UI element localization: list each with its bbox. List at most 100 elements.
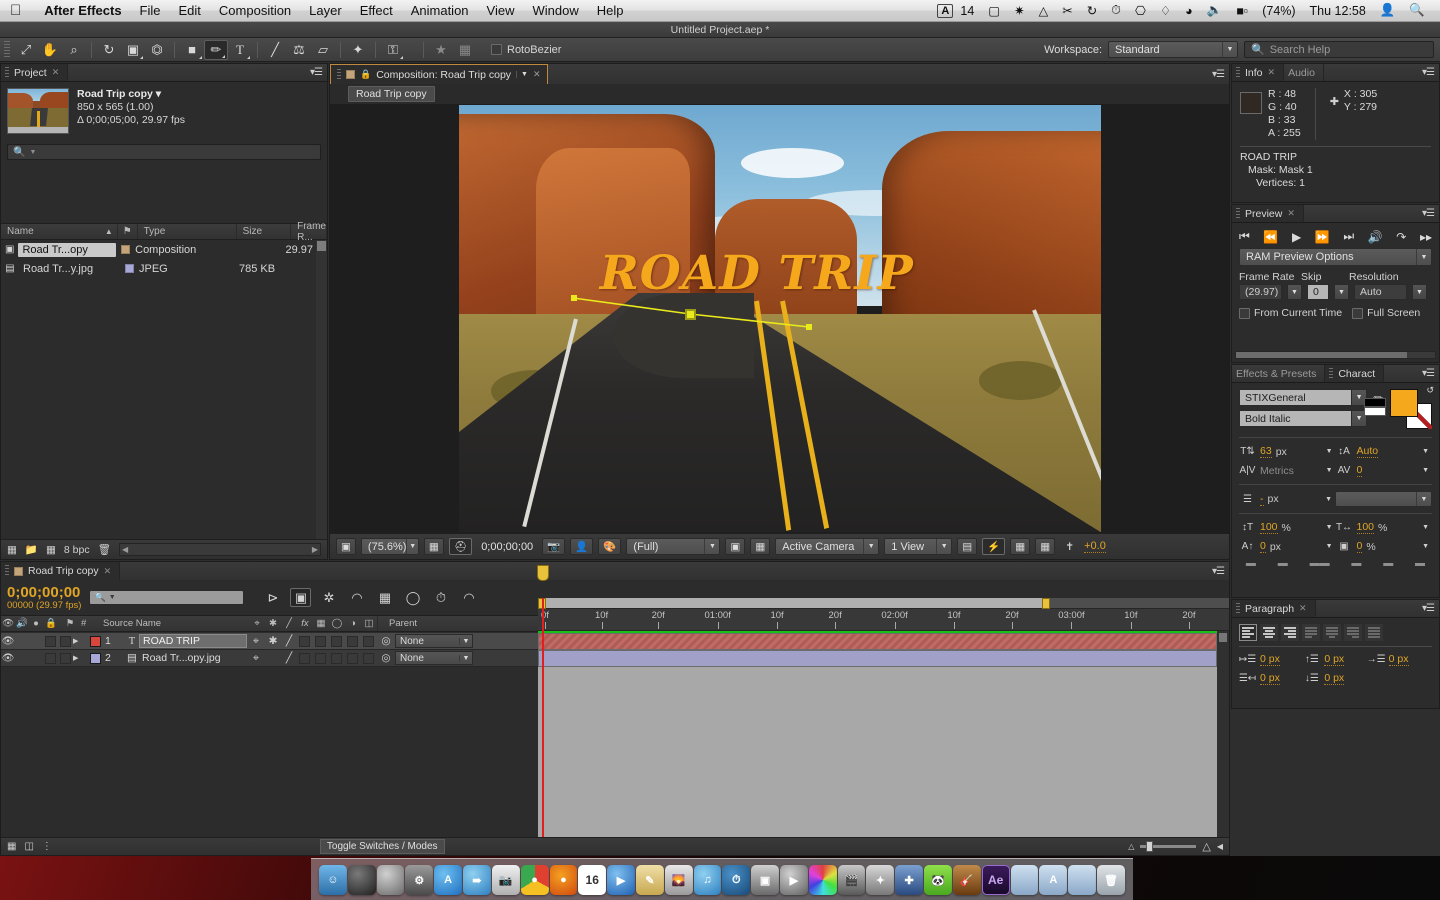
dock-item-preview[interactable]: 📷	[491, 865, 520, 895]
chevron-down-icon[interactable]: ▼	[1422, 543, 1432, 550]
timeline-icon[interactable]: ▦	[1010, 538, 1031, 555]
project-horizontal-scrollbar[interactable]: ◀ ▶	[118, 543, 321, 556]
column-framerate[interactable]: Frame R...	[291, 221, 327, 243]
dock-item-final-cut[interactable]: 🎬	[837, 865, 866, 895]
toolbar-grip[interactable]	[4, 40, 10, 59]
indent-left-value[interactable]: 0 px	[1260, 653, 1280, 666]
frame-rate-field[interactable]: (29.97)	[1239, 284, 1282, 300]
loop-button[interactable]: ↷	[1396, 230, 1406, 244]
dock-item-documents-stack[interactable]	[1068, 865, 1097, 895]
pen-tool[interactable]: ✏	[204, 39, 228, 60]
space-before-value[interactable]: 0 px	[1324, 653, 1345, 666]
tab-character[interactable]: Charact	[1325, 365, 1385, 382]
pixel-aspect-icon[interactable]: ▤	[957, 538, 978, 555]
timeline-search-input[interactable]: 🔍 ▼	[89, 590, 245, 605]
faux-italic-button[interactable]: ▬	[1278, 558, 1288, 569]
play-button[interactable]: ▶	[1292, 230, 1301, 244]
preview-horizontal-scrollbar[interactable]	[1235, 351, 1436, 359]
layer-shy-toggle[interactable]	[59, 635, 71, 647]
timeline-graph-area[interactable]: 0f 10f 20f 01:00f 10f 20f 02:00f 10f 20f…	[537, 565, 1229, 837]
align-center-button[interactable]	[1260, 624, 1278, 641]
menu-bar-clock[interactable]: Thu 12:58	[1303, 4, 1373, 18]
dock-item-notes[interactable]: ✎	[635, 865, 664, 895]
chevron-down-icon[interactable]: ▼	[1326, 448, 1336, 455]
exposure-value[interactable]: +0.0	[1084, 540, 1106, 553]
column-name[interactable]: Name ▲	[1, 224, 118, 239]
menu-item-layer[interactable]: Layer	[300, 3, 351, 18]
auto-keyframe-icon[interactable]: ⏱	[430, 588, 451, 607]
panel-menu-icon[interactable]: ▾☰	[310, 67, 323, 78]
rotobezier-checkbox[interactable]	[491, 44, 502, 55]
space-after-control[interactable]: ↓☰ 0 px	[1303, 671, 1367, 686]
tab-preview[interactable]: Preview ✕	[1232, 205, 1304, 222]
spotlight-search-icon[interactable]: 🔍	[1402, 3, 1432, 18]
composition-artwork[interactable]: ROAD TRIP	[458, 105, 1101, 532]
sparkle-icon[interactable]: ✷	[1007, 3, 1031, 18]
text-layer-road-trip[interactable]: ROAD TRIP	[600, 246, 914, 301]
live-update-icon[interactable]: ⊳	[262, 588, 283, 607]
region-icon[interactable]: ▣	[725, 538, 746, 555]
layer-switches-icon[interactable]: ◫	[24, 841, 33, 852]
chevron-down-icon[interactable]: ▼	[1326, 524, 1336, 531]
tab-audio[interactable]: Audio	[1284, 64, 1324, 81]
mask-vertex[interactable]	[805, 324, 812, 330]
exposure-icon[interactable]: ✝	[1060, 538, 1079, 555]
transparency-grid-icon[interactable]: ▦	[750, 538, 771, 555]
brainstorm-icon[interactable]: ◯	[402, 588, 423, 607]
tsume-value[interactable]: 0	[1356, 540, 1363, 553]
project-vertical-scrollbar[interactable]	[316, 240, 327, 539]
column-type[interactable]: Type	[138, 224, 237, 239]
skip-stepper[interactable]: ▼	[1334, 284, 1349, 300]
timeline-ruler[interactable]: 0f 10f 20f 01:00f 10f 20f 02:00f 10f 20f…	[538, 609, 1229, 631]
vertical-scale-value[interactable]: 100	[1260, 521, 1278, 534]
scroll-left-icon[interactable]: ◀	[122, 545, 128, 554]
layer-expand-arrow[interactable]: ▶	[73, 654, 85, 662]
layer-collapse-icon[interactable]: ✱	[265, 635, 281, 647]
space-before-control[interactable]: ↑☰ 0 px	[1303, 652, 1367, 667]
menu-item-effect[interactable]: Effect	[351, 3, 402, 18]
dock-item-color-picker[interactable]	[808, 865, 837, 895]
dock-item-mission-control[interactable]	[376, 865, 405, 895]
layer-parent-dropdown[interactable]: None ▼	[395, 651, 473, 665]
menu-item-file[interactable]: File	[131, 3, 170, 18]
first-frame-button[interactable]: ⏮	[1239, 229, 1250, 244]
dock-item-chrome[interactable]: ●	[520, 865, 549, 895]
toggle-switches-modes-button[interactable]: Toggle Switches / Modes	[319, 839, 445, 854]
motion-blur-icon[interactable]: ▦	[374, 588, 395, 607]
dock-item-trash[interactable]: 🗑	[1097, 865, 1125, 895]
close-icon[interactable]: ✕	[52, 67, 60, 78]
vertical-scale-control[interactable]: ↕T 100 % ▼	[1239, 520, 1336, 535]
menu-item-animation[interactable]: Animation	[402, 3, 478, 18]
tsume-control[interactable]: ▣ 0 % ▼	[1336, 539, 1433, 554]
font-family-dropdown[interactable]: STIXGeneral ▼	[1239, 389, 1368, 406]
timeline-tracks[interactable]	[538, 631, 1217, 837]
layer-lock-toggle[interactable]	[44, 652, 56, 664]
tab-project[interactable]: Project ✕	[1, 64, 69, 81]
subscript-button[interactable]: ▬	[1415, 558, 1425, 569]
scroll-left-icon[interactable]: ◀	[1217, 842, 1223, 851]
panel-menu-icon[interactable]: ▾☰	[1422, 208, 1435, 219]
baseline-shift-value[interactable]: 0	[1260, 540, 1266, 553]
kerning-control[interactable]: A|V Metrics ▼	[1239, 463, 1336, 478]
panel-menu-icon[interactable]: ▾☰	[1212, 69, 1225, 80]
layer-frame-blend-toggle[interactable]	[314, 652, 326, 664]
tab-effects-and-presets[interactable]: Effects & Presets	[1232, 365, 1326, 382]
layer-parent-dropdown[interactable]: None ▼	[395, 634, 473, 648]
align-right-button[interactable]	[1281, 624, 1299, 641]
resolution-stepper[interactable]: ▼	[1412, 284, 1427, 300]
dock-item-downloads-stack[interactable]	[1010, 865, 1039, 895]
align-left-button[interactable]	[1239, 624, 1257, 641]
justify-last-left-button[interactable]	[1302, 624, 1320, 641]
volume-icon[interactable]: 🔈	[1200, 3, 1230, 18]
dock-item-photo-booth[interactable]: ▣	[751, 865, 779, 895]
chevron-down-icon[interactable]: ▼	[1325, 496, 1335, 503]
sync-icon[interactable]: ↻	[1080, 3, 1104, 18]
dock-item-itunes[interactable]: ♫	[693, 865, 722, 895]
default-fill-stroke-icon[interactable]	[1364, 398, 1386, 416]
item-label-swatch[interactable]	[119, 264, 139, 273]
table-row[interactable]: 👁 ▶ 2 ▤ Road Tr...opy.jpg ⌖ ╱ ◎ None ▼	[1, 650, 538, 667]
space-after-value[interactable]: 0 px	[1324, 672, 1345, 685]
tab-info[interactable]: Info ✕	[1232, 64, 1285, 81]
parent-pickwhip-icon[interactable]: ◎	[377, 652, 395, 664]
layer-source-name[interactable]: Road Tr...opy.jpg	[139, 652, 247, 664]
